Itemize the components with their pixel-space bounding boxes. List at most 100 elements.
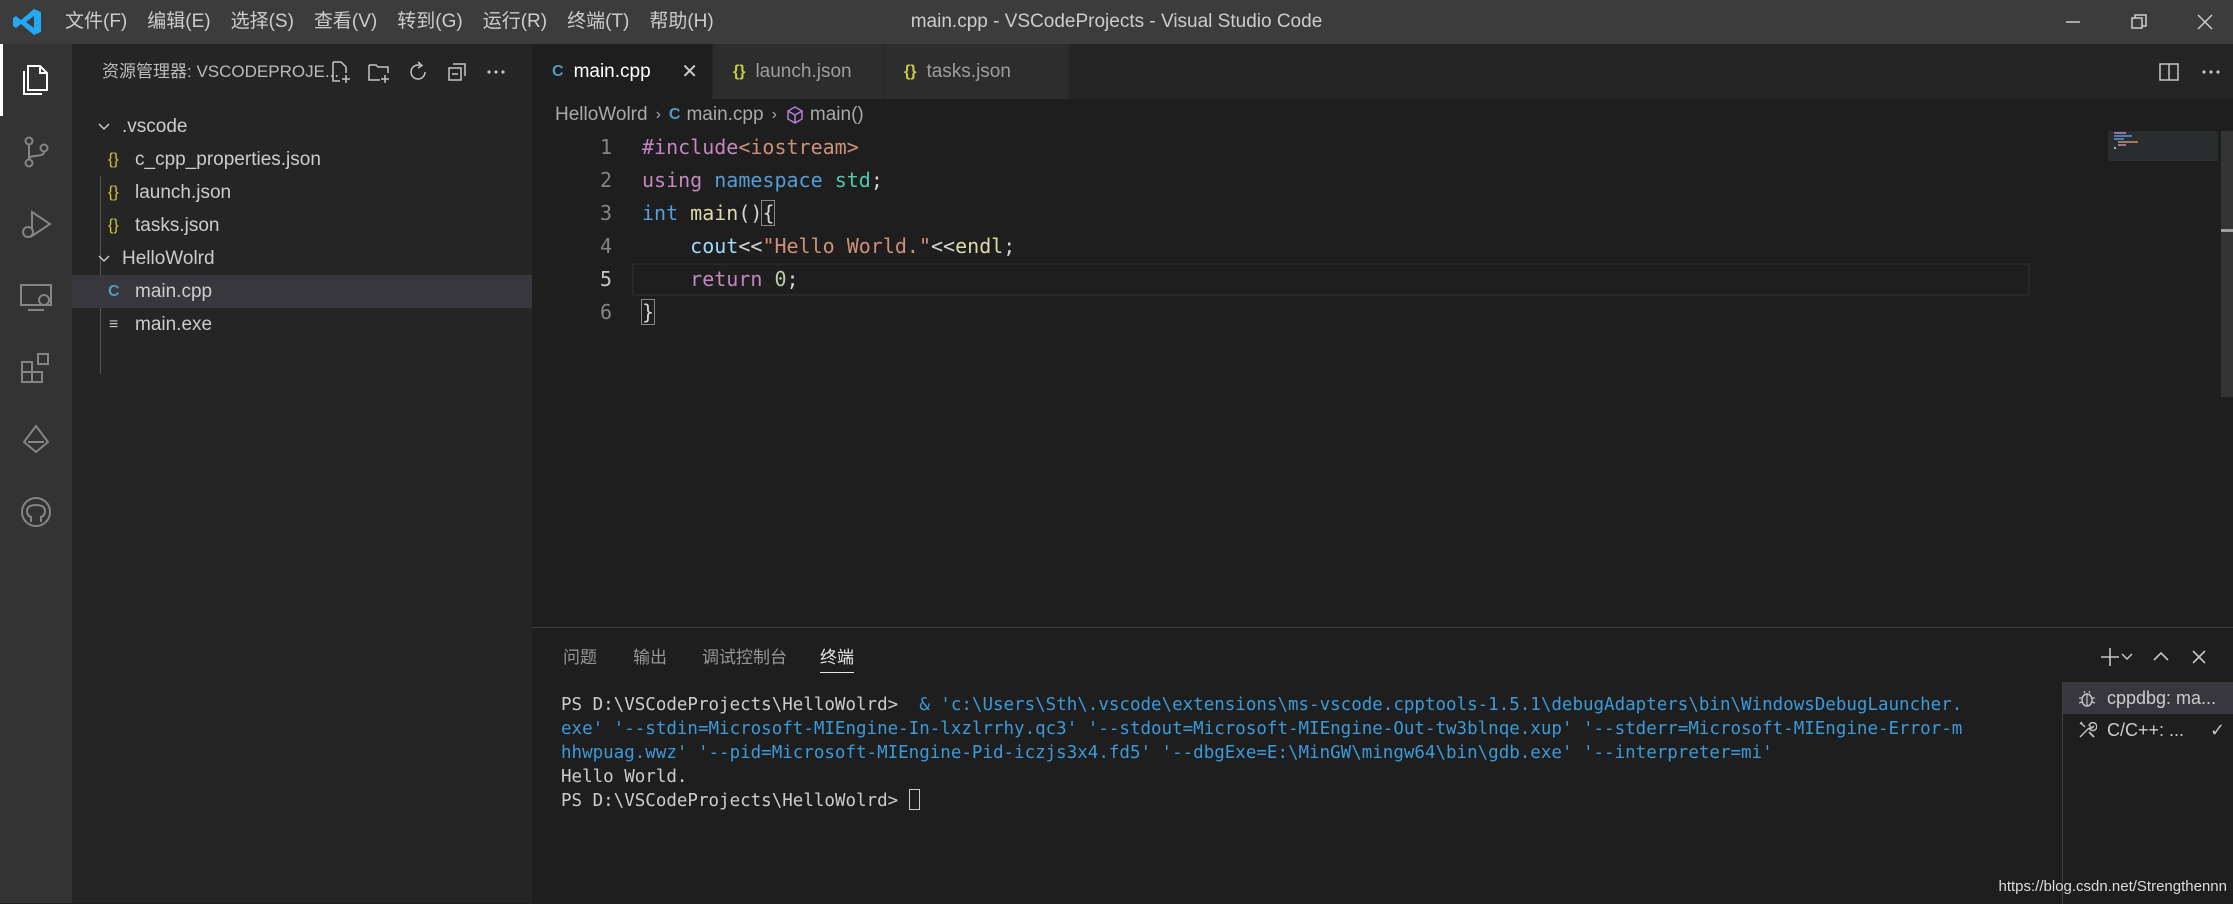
close-icon — [2197, 14, 2213, 30]
tree-file-main-exe[interactable]: ≡ main.exe — [72, 308, 532, 341]
code-token: } — [640, 299, 656, 325]
tab-label: tasks.json — [926, 60, 1011, 82]
menu-run[interactable]: 运行(R) — [473, 0, 557, 44]
close-tab-icon[interactable]: ✕ — [681, 44, 698, 99]
line-number: 5 — [599, 267, 612, 291]
panel-tab-output[interactable]: 输出 — [633, 628, 667, 687]
panel-tab-problems[interactable]: 问题 — [563, 628, 597, 687]
tree-file-tasks-json[interactable]: {} tasks.json — [72, 209, 532, 242]
refresh-explorer-button[interactable] — [404, 58, 432, 86]
run-debug-icon — [22, 210, 52, 238]
restore-button[interactable] — [2104, 0, 2174, 44]
breadcrumb-file[interactable]: main.cpp — [686, 104, 763, 126]
activity-run-debug[interactable] — [0, 188, 72, 260]
collapse-folders-button[interactable] — [443, 58, 471, 86]
breadcrumb-folder[interactable]: HelloWolrd — [555, 104, 648, 126]
code-token: namespace — [714, 168, 823, 192]
close-window-button[interactable] — [2170, 0, 2233, 44]
activity-extensions[interactable] — [0, 332, 72, 404]
split-editor-button[interactable] — [2155, 58, 2183, 86]
terminal-prompt: PS D:\VSCodeProjects\HelloWolrd> — [561, 791, 909, 811]
tree-folder-hellowolrd[interactable]: HelloWolrd — [72, 242, 532, 275]
vscode-logo-icon[interactable] — [12, 8, 42, 36]
activity-source-control[interactable] — [0, 116, 72, 188]
tab-main-cpp[interactable]: C main.cpp ✕ — [532, 44, 712, 99]
plus-icon — [2101, 648, 2119, 666]
breadcrumb-symbol[interactable]: main() — [810, 104, 864, 126]
code-token: cout — [690, 234, 739, 258]
tree-item-label: tasks.json — [135, 215, 220, 236]
tree-item-label: c_cpp_properties.json — [135, 149, 321, 170]
minimap[interactable] — [2108, 131, 2218, 627]
breadcrumb: HelloWolrd › C main.cpp › main() — [532, 99, 2233, 131]
activity-remote-explorer[interactable] — [0, 260, 72, 332]
terminal-instance-cpp-task[interactable]: C/C++: ... ✓ — [2063, 714, 2233, 746]
activity-explorer[interactable] — [0, 44, 72, 116]
sidebar-more-button[interactable] — [482, 58, 510, 86]
source-control-icon — [24, 136, 49, 168]
menu-selection[interactable]: 选择(S) — [221, 0, 304, 44]
terminal-instance-cppdbg[interactable]: cppdbg: ma... — [2063, 682, 2233, 714]
new-file-button[interactable] — [326, 58, 354, 86]
menu-go[interactable]: 转到(G) — [387, 0, 472, 44]
cpp-file-icon: C — [552, 62, 564, 80]
vertical-scrollbar[interactable] — [2221, 131, 2233, 627]
tree-item-label: main.cpp — [135, 281, 213, 302]
tree-item-label: .vscode — [122, 116, 188, 137]
minimize-icon — [2066, 21, 2080, 23]
tab-launch-json[interactable]: {} launch.json — [713, 44, 883, 99]
current-line-highlight — [632, 263, 2030, 296]
code-token: std — [834, 168, 871, 192]
explorer-sidebar: 资源管理器: VSCODEPROJE... .vscode {} c_cpp_p… — [72, 44, 532, 903]
code-line: } — [640, 296, 656, 329]
tools-icon — [2079, 721, 2097, 738]
code-token: ; — [786, 267, 799, 291]
generic-file-icon: ≡ — [109, 316, 119, 333]
code-token: << — [931, 234, 956, 258]
activity-tree[interactable] — [0, 404, 72, 476]
terminal-dropdown-button[interactable] — [2119, 644, 2135, 670]
close-panel-button[interactable] — [2186, 644, 2212, 670]
terminal-instance-label: cppdbg: ma... — [2107, 688, 2217, 708]
chevron-right-icon: › — [771, 106, 777, 123]
tree-file-c-cpp-properties[interactable]: {} c_cpp_properties.json — [72, 143, 532, 176]
tree-icon — [22, 424, 50, 454]
activity-github[interactable] — [0, 476, 72, 548]
code-token: ; — [870, 168, 883, 192]
line-number: 1 — [599, 135, 612, 159]
terminal-line: PS D:\VSCodeProjects\HelloWolrd> — [561, 789, 2001, 813]
code-editor[interactable]: 1 2 3 4 5 6 #include<iostream> using nam… — [532, 131, 2233, 627]
editor-more-button[interactable] — [2197, 58, 2225, 86]
more-icon — [487, 70, 505, 74]
github-icon — [21, 497, 51, 527]
cpp-file-icon: C — [668, 106, 681, 123]
refresh-icon — [410, 61, 426, 80]
maximize-panel-button[interactable] — [2148, 644, 2174, 670]
tree-folder-vscode[interactable]: .vscode — [72, 110, 532, 143]
minimize-button[interactable] — [2038, 0, 2108, 44]
line-number: 3 — [599, 201, 612, 225]
chevron-down-icon — [94, 242, 114, 275]
tab-tasks-json[interactable]: {} tasks.json — [884, 44, 1069, 99]
menu-file[interactable]: 文件(F) — [55, 0, 137, 44]
panel-tab-debug-console[interactable]: 调试控制台 — [702, 628, 787, 687]
menu-terminal[interactable]: 终端(T) — [557, 0, 639, 44]
code-token: <iostream> — [738, 135, 859, 159]
code-token: << — [738, 234, 763, 258]
tree-file-launch-json[interactable]: {} launch.json — [72, 176, 532, 209]
code-line: #include<iostream> — [642, 131, 859, 164]
sidebar-title: 资源管理器: VSCODEPROJE... — [102, 62, 340, 81]
new-folder-icon — [368, 64, 389, 83]
new-folder-button[interactable] — [365, 58, 393, 86]
chevron-up-icon — [2153, 651, 2169, 661]
tree-file-main-cpp[interactable]: C main.cpp — [72, 275, 532, 308]
code-token: #include — [642, 135, 739, 159]
terminal-output[interactable]: PS D:\VSCodeProjects\HelloWolrd> & 'c:\U… — [561, 693, 2001, 813]
menu-help[interactable]: 帮助(H) — [639, 0, 723, 44]
panel-tab-terminal[interactable]: 终端 — [820, 628, 854, 687]
menu-edit[interactable]: 编辑(E) — [137, 0, 220, 44]
symbol-method-icon — [787, 106, 803, 124]
menu-view[interactable]: 查看(V) — [304, 0, 387, 44]
json-file-icon: {} — [108, 217, 119, 234]
